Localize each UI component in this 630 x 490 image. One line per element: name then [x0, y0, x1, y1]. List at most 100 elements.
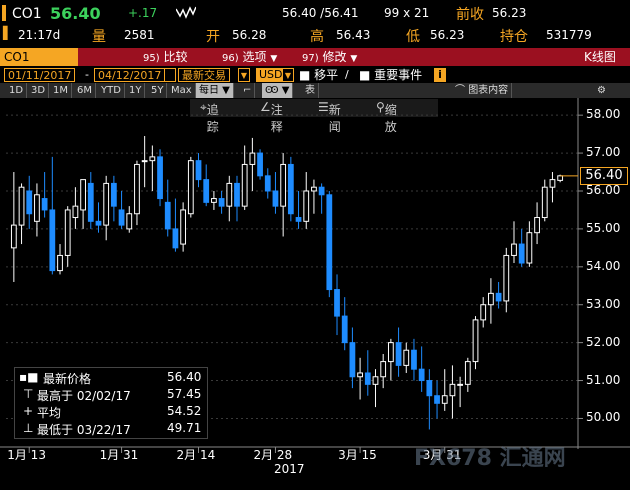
candle: [18, 183, 25, 245]
chart-toolbar: ⌖ 追踪 ∠ 注释 ☰ 新闻 ⚲ 缩放: [190, 99, 438, 134]
candle: [380, 354, 387, 389]
currency-dropdown-icon[interactable]: ▼: [282, 68, 294, 82]
track-button[interactable]: ⌖ 追踪: [200, 100, 219, 134]
candle: [10, 172, 17, 282]
y-tick-label: 54.00: [586, 258, 621, 273]
candle: [387, 338, 394, 381]
candle: [418, 346, 425, 392]
candle: [195, 153, 202, 188]
compare-button[interactable]: 95) 比较: [143, 48, 187, 66]
candle: [87, 172, 94, 229]
freq-select[interactable]: 每日 ▼: [196, 83, 234, 98]
period-ytd[interactable]: YTD: [98, 83, 125, 98]
candle-body: [41, 198, 48, 211]
news-button[interactable]: ☰ 新闻: [318, 100, 341, 134]
chart-content-button[interactable]: ⌒ 图表内容: [452, 83, 513, 98]
legend-last-label: 最新价格: [43, 372, 92, 386]
annotate-label: 注释: [270, 103, 283, 134]
candle: [464, 357, 471, 392]
chart-style-select[interactable]: Ꙭ ▼: [262, 83, 294, 98]
candle: [411, 338, 417, 381]
events-checkbox[interactable]: ■ 重要事件: [356, 68, 425, 82]
candle-body: [26, 190, 33, 215]
period-1y[interactable]: 1Y: [126, 83, 146, 98]
track-label: 追踪: [206, 103, 219, 134]
last-price-tag-value: 56.40: [585, 167, 623, 183]
candle-body: [203, 179, 210, 203]
candle-body: [426, 380, 433, 397]
candle-body: [488, 292, 494, 306]
candle-body: [87, 182, 94, 222]
candle-body: [234, 182, 240, 207]
candle: [141, 136, 148, 188]
bid-ask: 56.40 /56.41: [282, 6, 359, 20]
candle-body: [34, 194, 40, 222]
period-6m[interactable]: 6M: [74, 83, 96, 98]
watermark-logo: FX678 汇通网: [414, 446, 566, 471]
period-3d[interactable]: 3D: [28, 83, 50, 98]
open: 56.28: [232, 28, 267, 42]
mode-select[interactable]: 最新交易: [178, 68, 230, 82]
move-avg-checkbox[interactable]: ■ 移平: [296, 68, 341, 82]
candle: [326, 190, 333, 298]
period-max[interactable]: Max: [168, 83, 196, 98]
candle: [357, 357, 363, 400]
news-label: 新闻: [328, 103, 341, 134]
chart-type-label[interactable]: K线图: [584, 48, 616, 66]
candle-body: [126, 213, 133, 230]
period-5y[interactable]: 5Y: [148, 83, 168, 98]
candle: [80, 179, 86, 229]
candle: [164, 179, 171, 237]
options-button[interactable]: 96) 选项 ▼: [222, 48, 277, 66]
candle: [541, 179, 548, 222]
period-1m[interactable]: 1M: [50, 83, 72, 98]
candle: [103, 175, 110, 241]
y-tick-label: 55.00: [586, 220, 621, 235]
candle: [495, 281, 502, 309]
y-tick-label: 57.00: [586, 145, 621, 160]
x-axis-year: 2017: [274, 462, 305, 476]
candle-body: [326, 194, 333, 291]
candle-body: [357, 372, 363, 378]
candle-body: [349, 342, 356, 378]
settings-gear-icon[interactable]: ⚙: [594, 83, 609, 98]
candle: [234, 175, 240, 222]
info-icon[interactable]: i: [434, 68, 446, 82]
candle-body: [10, 224, 17, 249]
security-label[interactable]: CO1 Comdty: [0, 48, 78, 82]
zoom-button[interactable]: ⚲ 缩放: [376, 100, 397, 134]
candle-body: [272, 190, 279, 207]
candle: [110, 175, 117, 222]
mode-dropdown-icon[interactable]: ▼: [238, 68, 250, 82]
dropdown-arrow-icon: ▼: [270, 54, 278, 64]
candle: [372, 369, 379, 408]
calendar-icon[interactable]: [164, 68, 176, 82]
candle-body: [80, 179, 86, 211]
menu-bar: CO1 Comdty 95) 比较 96) 选项 ▼ 97) 修改 ▼ K线图: [0, 48, 630, 82]
candle-body: [187, 160, 194, 215]
high-marker-icon: ⊤: [23, 387, 34, 401]
candle: [395, 327, 402, 377]
end-date-field[interactable]: 04/12/2017: [94, 68, 166, 82]
candle: [434, 380, 440, 419]
candle: [488, 278, 494, 324]
events-label: 重要事件: [374, 68, 423, 82]
candle: [480, 297, 487, 328]
candle: [118, 190, 125, 229]
legend-high-value: 57.45: [167, 387, 202, 401]
start-date-field[interactable]: 01/11/2017: [4, 68, 76, 82]
x-tick-label: 2月 28: [253, 448, 293, 462]
candle-body: [226, 182, 233, 207]
x-tick-label: 2月 14: [176, 448, 216, 462]
line-chart-icon[interactable]: ⌐: [240, 83, 256, 98]
ticker-marker: [2, 5, 6, 21]
last-price-tag: 56.40: [580, 166, 628, 185]
candle: [472, 316, 479, 370]
candle: [426, 369, 433, 430]
period-1d[interactable]: 1D: [6, 83, 28, 98]
edit-button[interactable]: 97) 修改 ▼: [302, 48, 357, 66]
candle: [187, 156, 194, 218]
candle-body: [511, 243, 517, 256]
annotate-button[interactable]: ∠ 注释: [260, 100, 283, 134]
table-button[interactable]: 表: [302, 83, 319, 98]
